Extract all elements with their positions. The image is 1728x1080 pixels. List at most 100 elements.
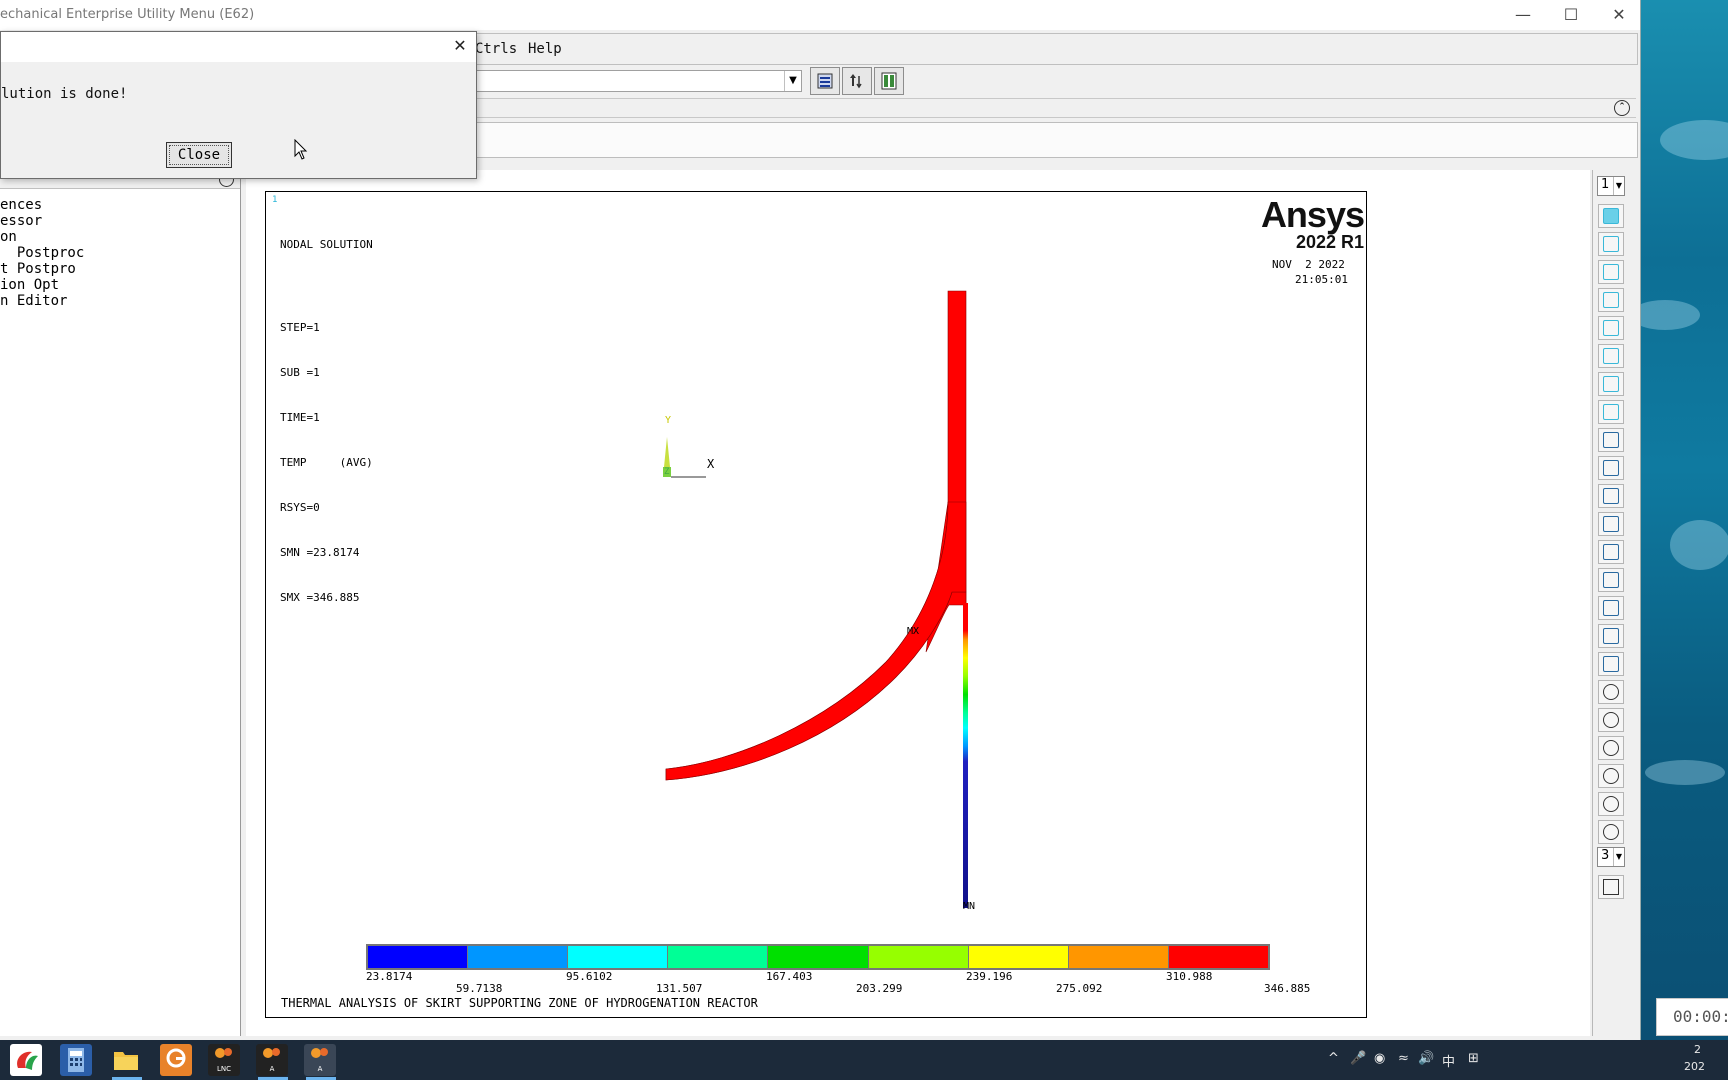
rotate-x-neg-button[interactable]	[1598, 708, 1624, 732]
app-g-icon[interactable]	[160, 1044, 192, 1076]
raise-hidden-button[interactable]	[810, 67, 840, 95]
contact-manager-icon	[881, 72, 897, 90]
iso-view-button[interactable]	[1598, 204, 1624, 228]
tree-item-timehist-postpro[interactable]: t Postpro	[0, 261, 76, 277]
collapse-up-icon[interactable]: ⌃	[1614, 100, 1630, 116]
window-number-select[interactable]: 1 ▼	[1597, 176, 1625, 196]
lnc-label: LNC	[216, 1065, 232, 1073]
zoom-in-icon	[1603, 516, 1619, 532]
rotation-increment-select[interactable]: 3 ▼	[1597, 847, 1625, 867]
tree-item-solution[interactable]: on	[0, 229, 17, 245]
zoom-out-button[interactable]	[1598, 540, 1624, 564]
close-window-button[interactable]: ✕	[1596, 2, 1642, 28]
left-view-button[interactable]	[1598, 372, 1624, 396]
tree-item-general-postproc[interactable]: Postproc	[0, 245, 84, 261]
system-tray: ^ 🎤 ◉ ≈ 🔊 中 ⊞ 2 202	[1328, 1040, 1728, 1080]
clock-date[interactable]: 202	[1684, 1060, 1705, 1073]
box-zoom-button[interactable]	[1598, 484, 1624, 508]
rotate-y-pos-button[interactable]	[1598, 736, 1624, 760]
legend-swatch	[1068, 946, 1168, 968]
clock-time[interactable]: 2	[1694, 1043, 1701, 1056]
zoom-out-icon	[1603, 544, 1619, 560]
command-input[interactable]	[460, 122, 1638, 158]
minimize-button[interactable]: —	[1500, 2, 1546, 28]
chevron-up-icon[interactable]: ^	[1328, 1051, 1339, 1066]
rotate-z-neg-button[interactable]	[1598, 820, 1624, 844]
ime-indicator[interactable]: 中	[1442, 1051, 1455, 1070]
dialog-close-icon[interactable]: ✕	[450, 36, 470, 56]
rotate-y-pos-icon	[1603, 740, 1619, 756]
rotate-z-pos-icon	[1603, 796, 1619, 812]
pan-right-icon	[1603, 600, 1619, 616]
microphone-icon[interactable]: 🎤	[1350, 1051, 1366, 1066]
front-view-button[interactable]	[1598, 232, 1624, 256]
title-bar: echanical Enterprise Utility Menu (E62) …	[0, 0, 1640, 30]
command-combo[interactable]: ▼	[470, 70, 802, 92]
min-marker: MN	[963, 901, 976, 912]
pan-left-button[interactable]	[1598, 568, 1624, 592]
legend-swatch	[868, 946, 968, 968]
rotate-z-neg-icon	[1603, 824, 1619, 840]
tree-item-preferences[interactable]: ences	[0, 197, 42, 213]
triad-z-label: Z	[664, 467, 670, 477]
rotate-y-neg-button[interactable]	[1598, 764, 1624, 788]
wifi-icon[interactable]: ≈	[1398, 1051, 1409, 1066]
ansys-label: A	[317, 1065, 323, 1073]
ansys-label: A	[269, 1065, 275, 1073]
legend-label: 59.7138	[456, 982, 503, 995]
tree-item-preprocessor[interactable]: essor	[0, 213, 42, 229]
plot-title: THERMAL ANALYSIS OF SKIRT SUPPORTING ZON…	[281, 996, 758, 1010]
chevron-down-icon[interactable]: ▼	[784, 71, 801, 91]
window-number-value: 1	[1601, 177, 1610, 192]
maximize-button[interactable]: ☐	[1548, 2, 1594, 28]
ansys-app-icon-active[interactable]: A	[304, 1044, 336, 1076]
menu-ctrls[interactable]: Ctrls	[475, 41, 517, 57]
zoom-button[interactable]	[1598, 456, 1624, 480]
rotate-z-pos-button[interactable]	[1598, 792, 1624, 816]
legend-swatch	[468, 946, 568, 968]
right-view-button[interactable]	[1598, 288, 1624, 312]
legend-label: 346.885	[1264, 982, 1311, 995]
calculator-icon[interactable]	[60, 1044, 92, 1076]
volume-icon[interactable]: 🔊	[1418, 1051, 1434, 1066]
dialog-title-bar: ✕	[1, 32, 476, 62]
menu-help[interactable]: Help	[528, 41, 562, 57]
chevron-down-icon: ▼	[1613, 848, 1624, 866]
close-button[interactable]: Close	[166, 142, 232, 168]
tree-item-radiation-opt[interactable]: ion Opt	[0, 277, 59, 293]
tree-item-session-editor[interactable]: n Editor	[0, 293, 67, 309]
plot-area[interactable]: 1 NODAL SOLUTION STEP=1 SUB =1 TIME=1 TE…	[265, 191, 1367, 1018]
app-tray-icon[interactable]: ◉	[1374, 1051, 1385, 1066]
temperature-contour-plot	[663, 290, 968, 908]
contact-manager-button[interactable]	[874, 67, 904, 95]
box-zoom-icon	[1603, 488, 1619, 504]
vessel-knuckle	[665, 501, 967, 781]
legend-swatch	[768, 946, 868, 968]
fit-view-button[interactable]	[1598, 428, 1624, 452]
dynamic-mode-button[interactable]	[1598, 875, 1624, 899]
pan-right-button[interactable]	[1598, 596, 1624, 620]
fit-view-icon	[1603, 432, 1619, 448]
reset-picking-button[interactable]	[842, 67, 872, 95]
file-explorer-icon[interactable]	[110, 1044, 142, 1076]
ansys-app-icon[interactable]: A	[256, 1044, 288, 1076]
iso-view-icon	[1603, 208, 1619, 224]
bottom-view-button[interactable]	[1598, 344, 1624, 368]
zoom-in-button[interactable]	[1598, 512, 1624, 536]
pan-left-icon	[1603, 572, 1619, 588]
pan-up-button[interactable]	[1598, 624, 1624, 648]
rotate-x-pos-button[interactable]	[1598, 680, 1624, 704]
lnc-app-icon[interactable]: LNC	[208, 1044, 240, 1076]
ime-grid-icon[interactable]: ⊞	[1468, 1051, 1479, 1066]
oblique-view-icon	[1603, 404, 1619, 420]
oblique-view-button[interactable]	[1598, 400, 1624, 424]
rotate-x-pos-icon	[1603, 684, 1619, 700]
pan-down-button[interactable]	[1598, 652, 1624, 676]
back-view-button[interactable]	[1598, 316, 1624, 340]
legend-swatch	[968, 946, 1068, 968]
top-view-button[interactable]	[1598, 260, 1624, 284]
zoom-icon	[1603, 460, 1619, 476]
triad-y-label: Y	[665, 415, 672, 426]
start-app-icon[interactable]	[10, 1044, 42, 1076]
reset-picking-icon	[850, 74, 862, 89]
